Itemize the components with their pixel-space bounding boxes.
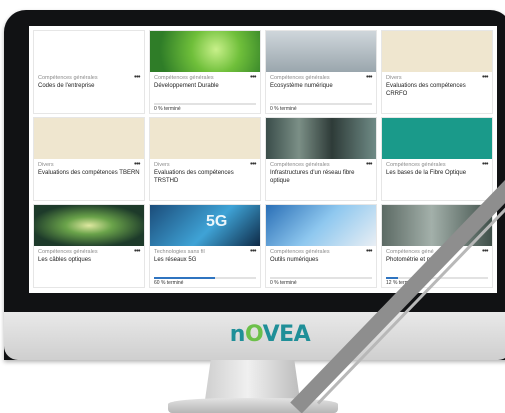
- course-category: Compétences générales: [270, 249, 330, 255]
- course-thumbnail: [150, 31, 260, 72]
- course-card[interactable]: Compétences générales Infrastructures d'…: [265, 117, 377, 201]
- course-thumbnail: [382, 118, 492, 159]
- course-title[interactable]: Les bases de la Fibre Optique: [386, 170, 488, 178]
- course-title[interactable]: Evaluations des compétences CRRFO: [386, 83, 488, 98]
- course-title[interactable]: Développement Durable: [154, 83, 256, 91]
- course-category: Divers: [386, 75, 402, 81]
- course-grid: Compétences générales Codes de l'entrepr…: [33, 30, 493, 288]
- course-title[interactable]: Evaluations des compétences TRSTHD: [154, 170, 256, 185]
- course-thumbnail: [382, 31, 492, 72]
- course-thumbnail: [266, 31, 376, 72]
- course-thumbnail: [266, 205, 376, 246]
- course-title[interactable]: Outils numériques: [270, 257, 372, 265]
- course-card[interactable]: Divers Evaluations des compétences TBERN…: [33, 117, 145, 201]
- course-menu-icon[interactable]: •••: [250, 248, 256, 255]
- course-title[interactable]: Les réseaux 5G: [154, 257, 256, 265]
- course-thumbnail: [150, 118, 260, 159]
- course-menu-icon[interactable]: •••: [366, 248, 372, 255]
- course-progress-fill: [386, 277, 399, 279]
- course-thumbnail: [266, 118, 376, 159]
- course-title[interactable]: Ecosystème numérique: [270, 83, 372, 91]
- course-category: Divers: [38, 162, 54, 168]
- course-card[interactable]: Compétences générales Les bases de la Fi…: [381, 117, 493, 201]
- course-card-body: Compétences générales Les bases de la Fi…: [382, 159, 492, 178]
- course-menu-icon[interactable]: •••: [366, 74, 372, 81]
- course-title[interactable]: Les câbles optiques: [38, 257, 140, 265]
- course-category: Divers: [154, 162, 170, 168]
- course-card-body: Compétences générales Développement Dura…: [150, 72, 260, 91]
- course-category: Compétences générales: [270, 75, 330, 81]
- course-progress-fill: [154, 277, 216, 279]
- course-category: Compétences générales: [270, 162, 330, 168]
- course-card-body: Compétences générales Ecosystème numériq…: [266, 72, 376, 91]
- course-title[interactable]: Evaluations des compétences TBERN: [38, 170, 140, 178]
- course-menu-icon[interactable]: •••: [482, 248, 488, 255]
- course-thumbnail: 5G: [150, 205, 260, 246]
- course-menu-icon[interactable]: •••: [250, 74, 256, 81]
- course-category: Compétences générales: [386, 162, 446, 168]
- course-card-body: Compétences générales Les câbles optique…: [34, 246, 144, 265]
- course-card[interactable]: Compétences générales Les câbles optique…: [33, 204, 145, 288]
- course-category: Compétences générales: [38, 249, 98, 255]
- course-title[interactable]: Codes de l'entreprise: [38, 83, 140, 91]
- course-progress-bar: [270, 277, 372, 279]
- course-progress-label: 0 % terminé: [154, 106, 181, 112]
- course-menu-icon[interactable]: •••: [482, 74, 488, 81]
- course-card[interactable]: Compétences générales Ecosystème numériq…: [265, 30, 377, 114]
- course-card-body: Compétences générales Outils numériques …: [266, 246, 376, 265]
- course-thumbnail: [34, 31, 144, 72]
- course-card[interactable]: 5G Technologies sans fil Les réseaux 5G …: [149, 204, 261, 288]
- course-thumbnail: [34, 118, 144, 159]
- course-category: Technologies sans fil: [154, 249, 205, 255]
- course-progress-label: 0 % terminé: [270, 106, 297, 112]
- course-card-body: Compétences générales Infrastructures d'…: [266, 159, 376, 185]
- course-card-body: Divers Evaluations des compétences TRSTH…: [150, 159, 260, 185]
- course-card-body: Divers Evaluations des compétences TBERN…: [34, 159, 144, 178]
- course-progress-label: 0 % terminé: [270, 280, 297, 286]
- course-menu-icon[interactable]: •••: [134, 248, 140, 255]
- course-card[interactable]: Divers Evaluations des compétences CRRFO…: [381, 30, 493, 114]
- course-progress-label: 60 % terminé: [154, 280, 184, 286]
- course-progress-bar: [154, 103, 256, 105]
- 5g-icon: 5G: [206, 213, 228, 230]
- screen: Compétences générales Codes de l'entrepr…: [29, 26, 497, 293]
- course-progress-bar: [154, 277, 256, 279]
- course-menu-icon[interactable]: •••: [134, 74, 140, 81]
- course-card-body: Technologies sans fil Les réseaux 5G •••: [150, 246, 260, 265]
- course-menu-icon[interactable]: •••: [366, 161, 372, 168]
- course-category: Compétences générales: [154, 75, 214, 81]
- course-card[interactable]: Divers Evaluations des compétences TRSTH…: [149, 117, 261, 201]
- course-card[interactable]: Compétences générales Outils numériques …: [265, 204, 377, 288]
- novea-logo: nOVEA: [229, 322, 311, 347]
- course-menu-icon[interactable]: •••: [250, 161, 256, 168]
- course-menu-icon[interactable]: •••: [482, 161, 488, 168]
- course-title[interactable]: Infrastructures d'un réseau fibre optiqu…: [270, 170, 372, 185]
- course-thumbnail: [34, 205, 144, 246]
- course-card-body: Compétences générales Codes de l'entrepr…: [34, 72, 144, 91]
- course-progress-bar: [270, 103, 372, 105]
- course-card[interactable]: Compétences générales Développement Dura…: [149, 30, 261, 114]
- course-category: Compétences générales: [38, 75, 98, 81]
- course-menu-icon[interactable]: •••: [134, 161, 140, 168]
- course-card[interactable]: Compétences générales Codes de l'entrepr…: [33, 30, 145, 114]
- monitor-stand-neck: [205, 360, 300, 400]
- course-card-body: Divers Evaluations des compétences CRRFO…: [382, 72, 492, 98]
